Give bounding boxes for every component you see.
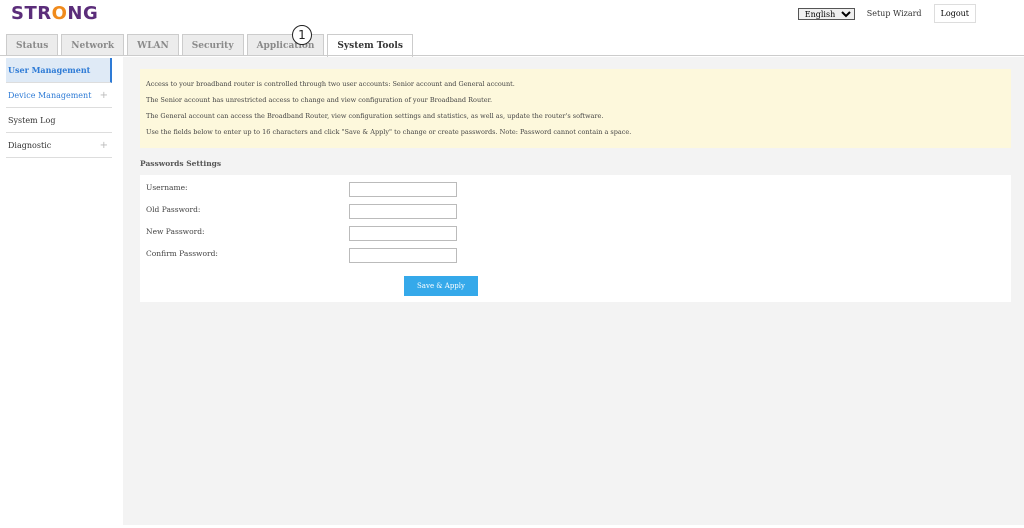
notice-line: The General account can access the Broad… xyxy=(146,112,604,120)
sidebar-item-label: Diagnostic xyxy=(8,140,52,150)
tab-wlan[interactable]: WLAN xyxy=(127,34,179,56)
tab-divider xyxy=(0,55,1024,56)
tab-network[interactable]: Network xyxy=(61,34,125,56)
top-right-controls: English Setup Wizard Logout xyxy=(797,4,976,23)
content-area: Access to your broadband router is contr… xyxy=(123,57,1024,525)
notice-line: Use the fields below to enter up to 16 c… xyxy=(146,128,632,136)
tab-security[interactable]: Security xyxy=(181,34,244,56)
expand-plus-icon[interactable]: + xyxy=(100,90,108,101)
logo-text-prefix: STR xyxy=(11,3,52,24)
sidebar: User Management Device Management + Syst… xyxy=(6,58,112,158)
password-form: Username: Old Password: New Password: Co… xyxy=(140,175,1011,302)
tab-application[interactable]: Application xyxy=(246,34,325,56)
new-password-label: New Password: xyxy=(146,227,205,236)
callout-marker-1: 1 xyxy=(292,25,312,45)
sidebar-item-device-management[interactable]: Device Management + xyxy=(6,83,112,108)
sidebar-item-system-log[interactable]: System Log xyxy=(6,108,112,133)
tab-status[interactable]: Status xyxy=(6,34,59,56)
notice-line: The Senior account has unrestricted acce… xyxy=(146,96,493,104)
sidebar-item-user-management[interactable]: User Management xyxy=(6,58,112,83)
sidebar-item-label: Device Management xyxy=(8,90,92,100)
old-password-input[interactable] xyxy=(349,204,457,219)
confirm-password-label: Confirm Password: xyxy=(146,249,218,258)
username-input[interactable] xyxy=(349,182,457,197)
tab-system-tools[interactable]: System Tools xyxy=(327,34,413,57)
old-password-label: Old Password: xyxy=(146,205,201,214)
new-password-input[interactable] xyxy=(349,226,457,241)
main-tabs: Status Network WLAN Security Application… xyxy=(6,34,413,57)
expand-plus-icon[interactable]: + xyxy=(100,140,108,151)
confirm-password-input[interactable] xyxy=(349,248,457,263)
logo-text-suffix: NG xyxy=(67,3,99,24)
save-apply-button[interactable]: Save & Apply xyxy=(404,276,478,296)
sidebar-item-label: User Management xyxy=(8,65,91,75)
username-label: Username: xyxy=(146,183,188,192)
notice-line: Access to your broadband router is contr… xyxy=(146,80,515,88)
language-select[interactable]: English xyxy=(797,7,855,20)
info-notice: Access to your broadband router is contr… xyxy=(140,69,1011,148)
sidebar-item-diagnostic[interactable]: Diagnostic + xyxy=(6,133,112,158)
sidebar-item-label: System Log xyxy=(8,115,56,125)
strong-logo: STRONG xyxy=(11,3,98,24)
logout-button[interactable]: Logout xyxy=(933,4,976,23)
section-title: Passwords Settings xyxy=(140,159,222,168)
setup-wizard-link[interactable]: Setup Wizard xyxy=(863,7,926,20)
logo-o: O xyxy=(51,3,68,24)
